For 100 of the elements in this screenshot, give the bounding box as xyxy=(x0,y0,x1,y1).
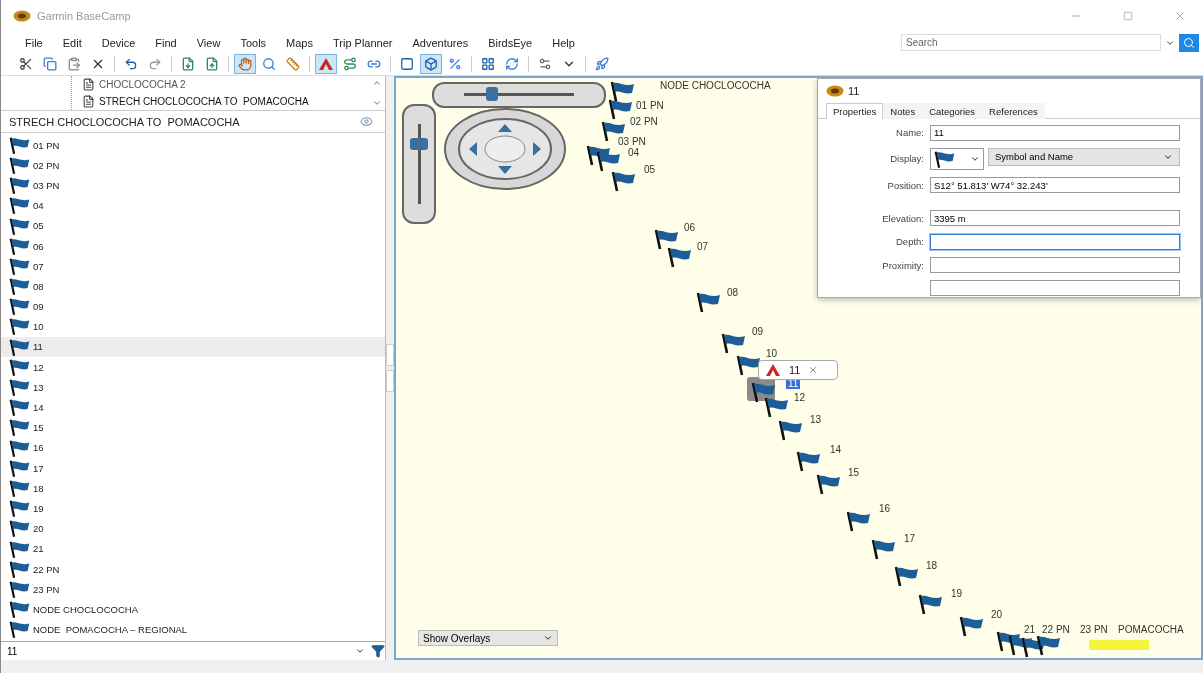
text-field[interactable]: 3395 m xyxy=(930,210,1180,227)
flag-icon xyxy=(9,378,31,397)
filter-icon[interactable] xyxy=(371,644,385,658)
tree-item[interactable]: CHOCLOCOCHA 2 xyxy=(82,76,369,93)
tab[interactable]: Categories xyxy=(922,103,983,119)
waypoint-row[interactable]: 08 xyxy=(1,276,385,297)
hand-button[interactable] xyxy=(234,54,256,74)
waypoint-row[interactable]: 17 xyxy=(1,458,385,479)
flag-icon xyxy=(9,337,31,357)
text-field[interactable]: S12° 51.813' W74° 32.243' xyxy=(930,177,1180,194)
app-logo-icon xyxy=(13,10,31,22)
flag-icon xyxy=(9,155,31,175)
tilt-slider[interactable] xyxy=(432,82,606,108)
field-label: Elevation: xyxy=(881,213,924,224)
overlays-dropdown[interactable]: Show Overlays xyxy=(418,630,558,646)
waypoint-row[interactable]: 16 xyxy=(1,437,385,458)
flag-icon xyxy=(9,499,31,518)
waypoint-row[interactable]: 01 PN xyxy=(1,135,385,156)
collapse-handle[interactable] xyxy=(386,344,394,366)
waypoint-row[interactable]: 15 xyxy=(1,417,385,438)
waypoint-label: 21 xyxy=(1024,624,1036,635)
scissors-icon xyxy=(19,57,33,71)
waypoint-flag-icon xyxy=(654,228,680,251)
waypoint-row[interactable]: 19 xyxy=(1,498,385,519)
menu-item[interactable]: Find xyxy=(145,36,187,49)
symbol-dropdown[interactable] xyxy=(930,147,984,170)
map-canvas[interactable] xyxy=(394,76,1203,660)
scroll-up-icon[interactable] xyxy=(372,78,382,88)
text-field[interactable] xyxy=(930,280,1180,297)
flag-icon xyxy=(9,216,31,236)
waypoint-label: 02 PN xyxy=(630,116,658,127)
expand-handle[interactable] xyxy=(386,370,394,392)
flag-icon xyxy=(9,478,31,498)
app-logo-icon xyxy=(826,85,844,97)
waypoint-row[interactable]: 21 xyxy=(1,538,385,559)
pan-control[interactable] xyxy=(444,108,566,190)
waypoint-row[interactable]: 10 xyxy=(1,316,385,337)
eye-icon[interactable] xyxy=(360,115,373,128)
redo-icon xyxy=(148,57,162,71)
scroll-down-icon[interactable] xyxy=(372,98,382,108)
triangle-button[interactable] xyxy=(315,54,337,74)
text-field[interactable] xyxy=(930,233,1180,250)
waypoint-row[interactable]: 07 xyxy=(1,256,385,277)
tree-item[interactable]: STRECH CHOCLOCOCHA TO POMACOCHA xyxy=(82,93,369,110)
ruler-icon xyxy=(286,57,300,71)
waypoint-row[interactable]: 06 xyxy=(1,235,385,257)
caret-icon[interactable] xyxy=(355,646,365,656)
waypoint-label: 22 PN xyxy=(1042,624,1070,635)
flag-icon xyxy=(9,418,31,438)
search-field[interactable]: Search xyxy=(901,34,1161,51)
menu-item[interactable]: Edit xyxy=(52,36,92,49)
menu-item[interactable]: Device xyxy=(91,36,146,49)
flag-icon xyxy=(9,458,31,478)
close-icon[interactable] xyxy=(808,365,819,375)
waypoint-label: 19 xyxy=(951,588,963,599)
waypoint-row[interactable]: 18 xyxy=(1,478,385,499)
waypoint-row[interactable]: 11 xyxy=(1,336,385,358)
waypoint-row[interactable]: NODE POMACOCHA – REGIONAL xyxy=(1,619,385,640)
waypoint-label: 15 xyxy=(848,467,860,478)
menu-item[interactable]: BirdsEye xyxy=(478,36,543,49)
triangle-icon xyxy=(765,363,781,377)
waypoint-row[interactable]: 20 xyxy=(1,518,385,539)
text-field[interactable] xyxy=(930,257,1180,274)
waypoint-row[interactable]: 03 PN xyxy=(1,175,385,196)
flag-icon xyxy=(9,438,31,458)
tab[interactable]: Properties xyxy=(826,103,884,119)
waypoint-row[interactable]: 22 PN xyxy=(1,558,385,580)
waypoint-row[interactable]: NODE CHOCLOCOCHA xyxy=(1,599,385,620)
cube-button[interactable] xyxy=(420,54,442,74)
menu-item[interactable]: Adventures xyxy=(402,36,479,49)
menu-item[interactable]: Maps xyxy=(276,36,323,49)
waypoint-flag-icon xyxy=(894,565,920,588)
waypoint-row[interactable]: 13 xyxy=(1,377,385,398)
field-label: Position: xyxy=(886,179,924,191)
waypoint-label: 04 xyxy=(628,147,640,158)
waypoint-row[interactable]: 12 xyxy=(1,357,385,378)
menu-item[interactable]: Trip Planner xyxy=(323,36,403,49)
waypoint-row[interactable]: 04 xyxy=(1,195,385,216)
flag-icon xyxy=(9,317,31,337)
waypoint-row[interactable]: 14 xyxy=(1,397,385,418)
menu-item[interactable]: View xyxy=(186,36,231,49)
slider-thumb[interactable] xyxy=(485,87,498,101)
percent-icon xyxy=(448,57,462,71)
menu-item[interactable]: Help xyxy=(542,36,585,49)
flag-icon xyxy=(9,236,31,256)
waypoint-row[interactable]: 09 xyxy=(1,296,385,317)
waypoint-popup[interactable]: 11 xyxy=(758,360,838,380)
waypoint-row[interactable]: 05 xyxy=(1,215,385,236)
document-icon xyxy=(82,78,95,91)
tab[interactable]: Notes xyxy=(883,103,923,119)
waypoint-row[interactable]: 02 PN xyxy=(1,155,385,176)
menu-item[interactable]: Tools xyxy=(230,36,277,49)
menu-item[interactable]: File xyxy=(15,36,53,49)
search-button[interactable] xyxy=(1179,33,1199,52)
text-field[interactable]: 11 xyxy=(930,124,1180,141)
display-dropdown[interactable]: Symbol and Name xyxy=(988,147,1180,166)
waypoint-flag-icon xyxy=(796,450,822,473)
tab[interactable]: References xyxy=(982,103,1045,119)
waypoint-row[interactable]: 23 PN xyxy=(1,579,385,600)
route-icon xyxy=(343,57,357,71)
